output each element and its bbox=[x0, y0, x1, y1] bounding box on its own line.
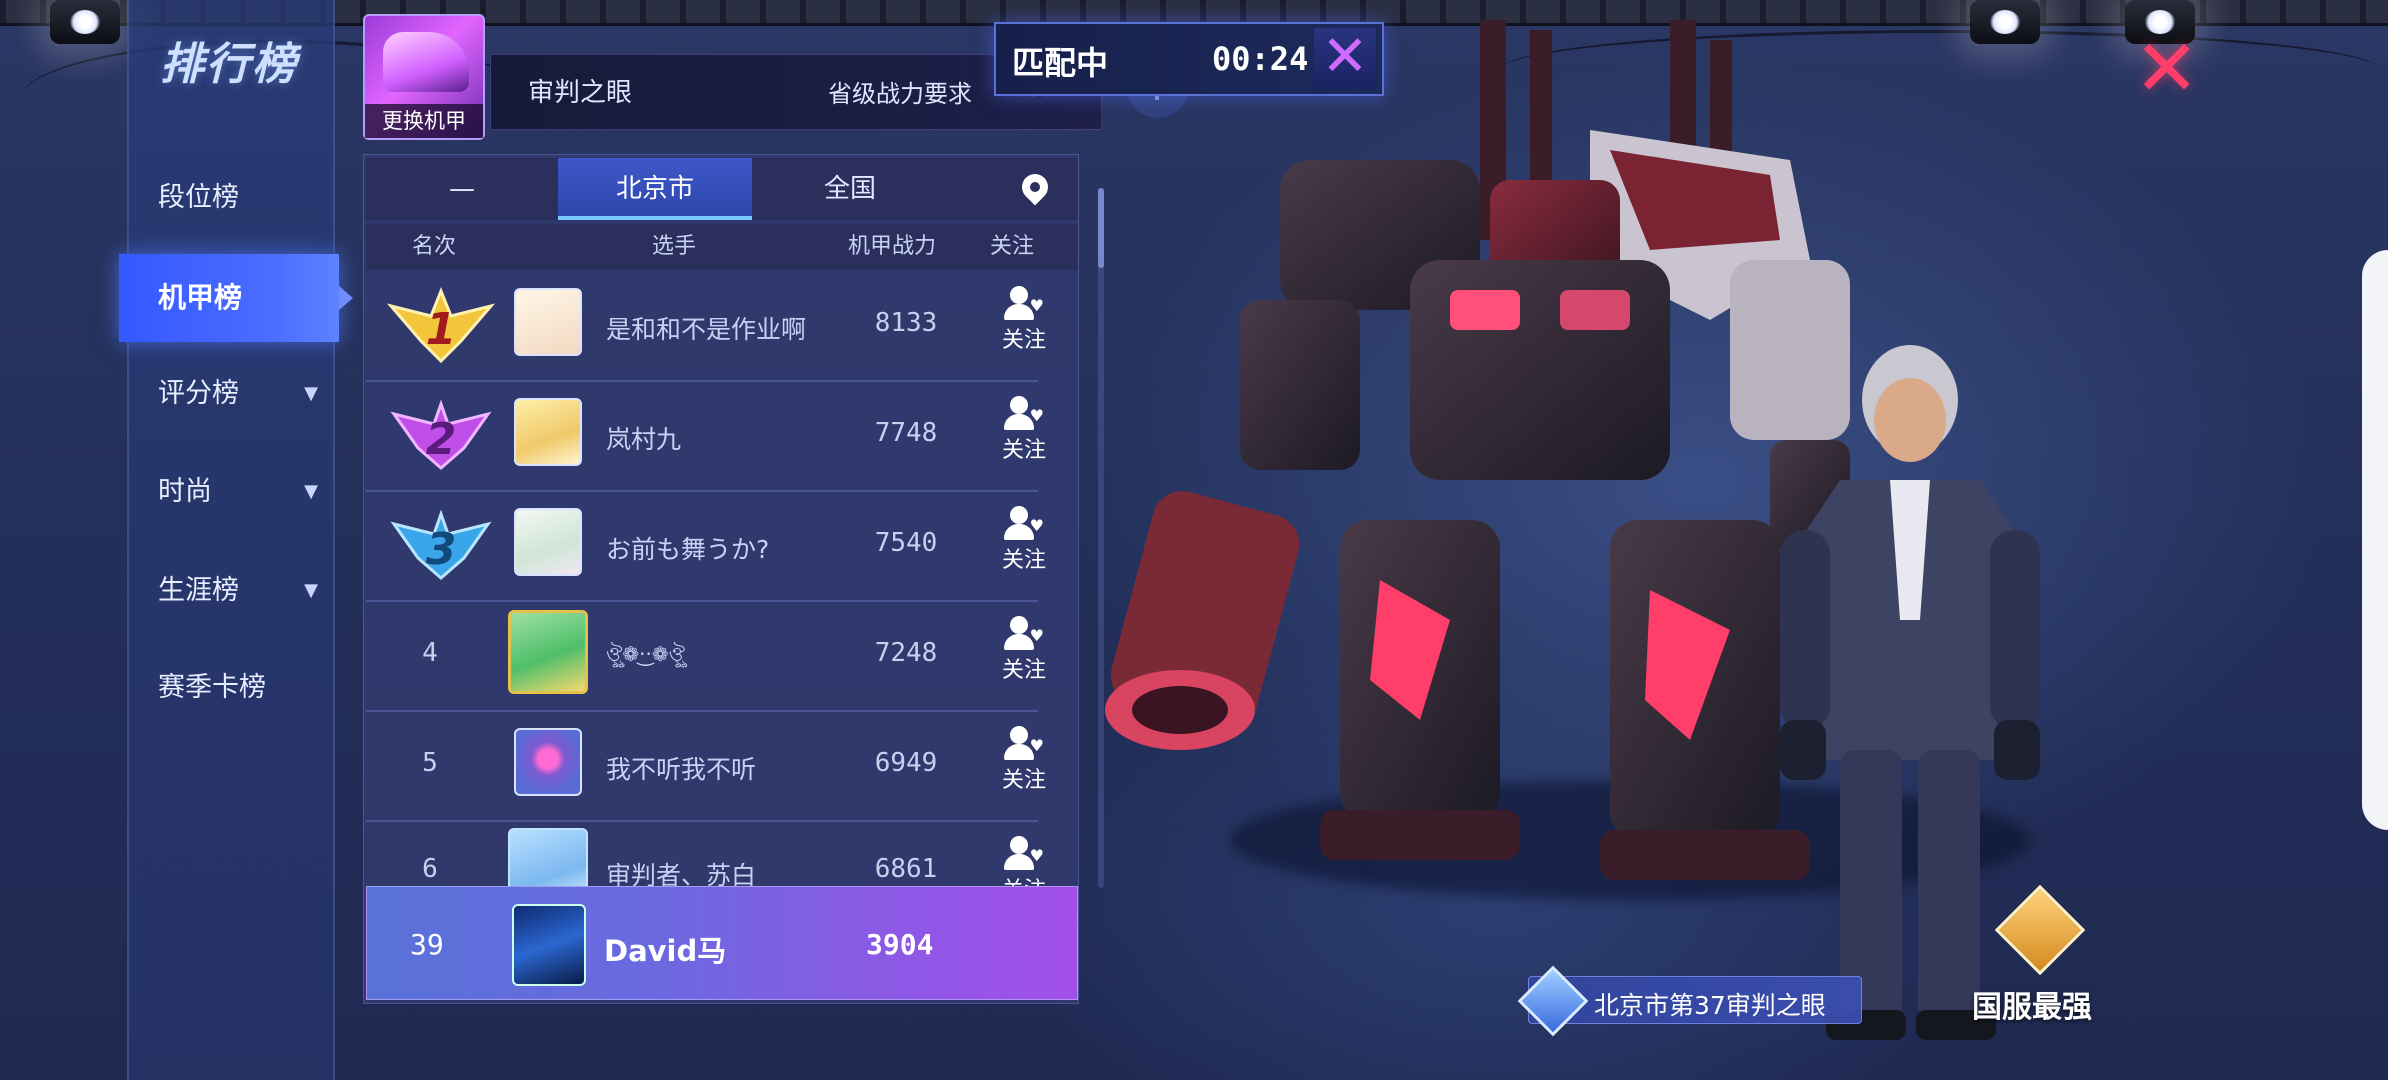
player-name[interactable]: 岚村九 bbox=[606, 420, 681, 456]
rank-2-medal-icon: 2 bbox=[390, 399, 492, 470]
follow-button[interactable]: ♥ 关注 bbox=[986, 286, 1062, 354]
requirement-label: 省级战力要求 bbox=[828, 80, 972, 108]
table-row: 2 岚村九 7748 ♥ 关注 bbox=[366, 382, 1078, 492]
player-name[interactable]: お前も舞うか? bbox=[606, 530, 769, 566]
follow-user-icon: ♥ bbox=[1004, 506, 1044, 542]
follow-user-icon: ♥ bbox=[1004, 396, 1044, 432]
self-player-name: David马 bbox=[604, 934, 727, 968]
rank-number: 5 bbox=[422, 748, 438, 778]
table-row: 1 是和和不是作业啊 8133 ♥ 关注 bbox=[366, 272, 1078, 382]
follow-label: 关注 bbox=[1001, 768, 1046, 793]
tab-city[interactable]: 北京市 bbox=[558, 158, 752, 220]
tab-national[interactable]: 全国 bbox=[752, 158, 948, 220]
follow-label: 关注 bbox=[1001, 328, 1046, 353]
rank-number: 2 bbox=[426, 414, 457, 465]
active-caret-icon bbox=[339, 286, 353, 310]
tab-province[interactable]: — bbox=[366, 158, 558, 220]
avatar bbox=[508, 610, 588, 694]
spotlight bbox=[50, 0, 120, 44]
follow-button[interactable]: ♥ 关注 bbox=[986, 616, 1062, 684]
nav-item-season-card[interactable]: 赛季卡榜 bbox=[158, 660, 338, 716]
side-drawer-handle[interactable] bbox=[2362, 250, 2388, 830]
follow-user-icon: ♥ bbox=[1004, 726, 1044, 762]
player-name[interactable]: 是和和不是作业啊 bbox=[606, 310, 806, 346]
mecha-thumbnail bbox=[383, 32, 469, 92]
follow-user-icon: ♥ bbox=[1004, 836, 1044, 872]
change-mecha-label: 更换机甲 bbox=[365, 104, 483, 138]
follow-button[interactable]: ♥ 关注 bbox=[986, 726, 1062, 794]
close-button[interactable]: ✕ bbox=[2134, 24, 2199, 114]
follow-label: 关注 bbox=[986, 872, 1062, 886]
follow-label: 关注 bbox=[1001, 658, 1046, 683]
table-row: 6 审判者、苏白 6861 ♥ 关注 bbox=[366, 822, 1078, 886]
nav-item-label: 评分榜 bbox=[158, 378, 239, 409]
side-nav bbox=[127, 0, 335, 1080]
spotlight bbox=[1970, 0, 2040, 44]
chevron-down-icon: ▼ bbox=[304, 383, 318, 404]
nav-item-label: 赛季卡榜 bbox=[158, 672, 266, 703]
table-header bbox=[366, 224, 1078, 270]
rank-number: 4 bbox=[422, 638, 438, 668]
nav-item-mecha[interactable]: 机甲榜 bbox=[158, 254, 242, 342]
table-row: 4 ঔৣ❁·͜·❁ঔৣ 7248 ♥ 关注 bbox=[366, 602, 1078, 712]
table-row: 5 我不听我不听 6949 ♥ 关注 bbox=[366, 712, 1078, 822]
mecha-power: 6861 bbox=[874, 854, 938, 884]
player-name[interactable]: 我不听我不听 bbox=[606, 750, 756, 786]
mecha-power: 6949 bbox=[874, 748, 938, 778]
nav-item-label: 生涯榜 bbox=[158, 575, 239, 606]
nav-item-label: 段位榜 bbox=[158, 182, 239, 213]
pilot-character bbox=[1780, 345, 2040, 1040]
rank-3-medal-icon: 3 bbox=[390, 509, 492, 580]
player-name[interactable]: 审判者、苏白 bbox=[606, 856, 756, 886]
player-name[interactable]: ঔৣ❁·͜·❁ঔৣ bbox=[606, 640, 685, 673]
avatar bbox=[514, 398, 582, 466]
rank-number: 3 bbox=[426, 524, 457, 575]
column-rank: 名次 bbox=[412, 234, 457, 259]
rank-1-medal-icon: 1 bbox=[386, 286, 496, 364]
nav-item-fashion[interactable]: 时尚 ▼ bbox=[158, 464, 338, 520]
avatar bbox=[514, 508, 582, 576]
follow-label: 关注 bbox=[1001, 548, 1046, 573]
chevron-down-icon: ▼ bbox=[304, 481, 318, 502]
mecha-power: 7748 bbox=[874, 418, 938, 448]
nav-item-score[interactable]: 评分榜 ▼ bbox=[158, 366, 338, 422]
column-player: 选手 bbox=[652, 234, 697, 259]
follow-label: 关注 bbox=[1001, 438, 1046, 463]
column-power: 机甲战力 bbox=[848, 234, 937, 259]
page-title: 排行榜 bbox=[160, 39, 298, 90]
rank-number: 1 bbox=[426, 304, 457, 355]
self-mecha-power: 3904 bbox=[866, 928, 934, 961]
mecha-power: 7540 bbox=[874, 528, 938, 558]
nav-item-rank[interactable]: 段位榜 bbox=[158, 170, 338, 226]
table-row: 3 お前も舞うか? 7540 ♥ 关注 bbox=[366, 492, 1078, 602]
nav-item-career[interactable]: 生涯榜 ▼ bbox=[158, 563, 338, 619]
follow-button[interactable]: ♥ 关注 bbox=[986, 396, 1062, 464]
follow-button[interactable]: ♥ 关注 bbox=[986, 506, 1062, 574]
mecha-power: 7248 bbox=[874, 638, 938, 668]
avatar bbox=[508, 828, 588, 886]
self-rank-number: 39 bbox=[410, 928, 444, 961]
self-avatar bbox=[512, 904, 586, 986]
nav-item-label: 时尚 bbox=[158, 476, 212, 507]
change-mecha-button[interactable]: 更换机甲 bbox=[363, 14, 485, 140]
avatar bbox=[514, 288, 582, 356]
rank-number: 6 bbox=[422, 854, 438, 884]
city-title-text: 北京市第37审判之眼 bbox=[1594, 991, 1826, 1020]
avatar bbox=[514, 728, 582, 796]
national-best-text: 国服最强 bbox=[1972, 990, 2092, 1025]
mecha-power: 8133 bbox=[874, 308, 938, 338]
column-follow: 关注 bbox=[990, 234, 1035, 259]
mecha-name: 审判之眼 bbox=[528, 78, 633, 108]
chevron-down-icon: ▼ bbox=[304, 580, 318, 601]
follow-user-icon: ♥ bbox=[1004, 286, 1044, 322]
follow-button[interactable]: ♥ 关注 bbox=[986, 836, 1062, 886]
follow-user-icon: ♥ bbox=[1004, 616, 1044, 652]
